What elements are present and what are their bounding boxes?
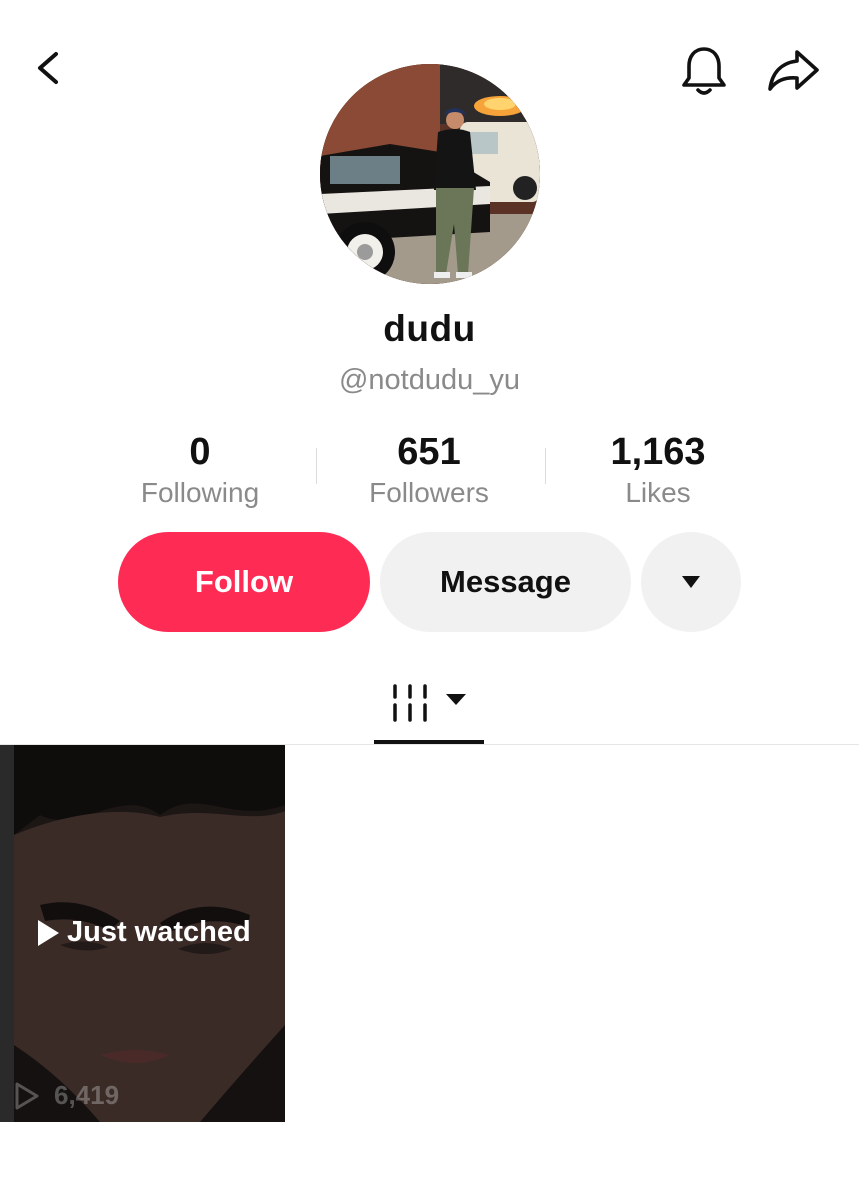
avatar-photo [320,64,540,284]
likes-label: Likes [625,477,691,508]
play-icon [38,919,59,946]
likes-stat[interactable]: 1,163 Likes [558,430,758,510]
avatar[interactable] [320,64,540,284]
followers-count: 651 [397,431,461,473]
caret-down-icon [446,694,466,705]
chevron-left-icon [38,52,58,84]
stat-divider [316,448,317,484]
video-grid-icon [393,684,427,722]
username: @notdudu_yu [338,364,521,396]
back-button[interactable] [22,40,78,96]
followers-label: Followers [369,477,489,508]
tab-videos[interactable] [374,668,484,738]
followers-stat[interactable]: 651 Followers [329,430,529,510]
likes-count: 1,163 [610,431,706,473]
following-count: 0 [189,431,211,473]
share-button[interactable] [760,40,828,100]
just-watched-overlay: Just watched [36,916,251,949]
play-outline-icon [15,1082,39,1109]
follow-button[interactable]: Follow [118,532,370,632]
display-name: dudu [383,308,476,349]
message-button[interactable]: Message [380,532,631,632]
video-view-count: 6,419 [14,1080,119,1111]
more-options-button[interactable] [641,532,741,632]
just-watched-label: Just watched [67,916,251,948]
following-stat[interactable]: 0 Following [100,430,300,510]
caret-down-icon [682,576,700,588]
stat-divider [545,448,546,484]
bell-icon [682,47,726,95]
view-count-text: 6,419 [54,1080,120,1110]
notification-button[interactable] [672,40,736,104]
following-label: Following [140,477,260,508]
share-arrow-icon [768,50,819,91]
